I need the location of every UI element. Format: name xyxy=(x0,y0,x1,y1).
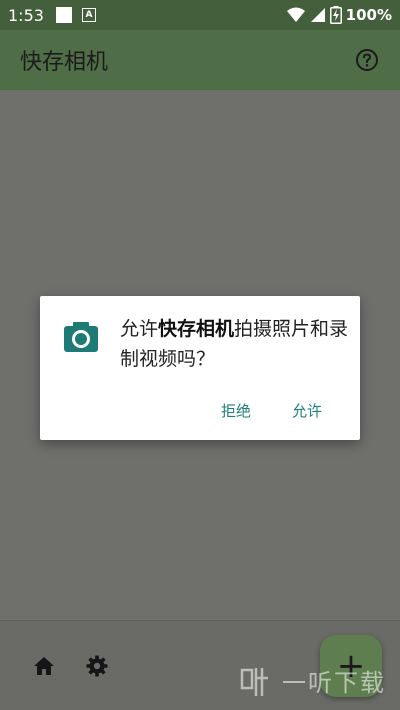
dialog-message: 允许快存相机拍摄照片和录制视频吗？ xyxy=(120,314,352,374)
dialog-app-name: 快存相机 xyxy=(158,318,235,340)
dialog-message-prefix: 允许 xyxy=(120,318,159,340)
watermark-text: 一听下载 xyxy=(282,668,386,697)
deny-button[interactable]: 拒绝 xyxy=(221,400,251,421)
signal-icon xyxy=(310,8,325,22)
battery-charging-icon xyxy=(329,6,342,24)
settings-button[interactable] xyxy=(84,653,110,679)
dialog-actions: 拒绝 允许 xyxy=(40,396,360,424)
app-title: 快存相机 xyxy=(20,50,109,75)
status-right: 100% xyxy=(286,6,392,24)
help-button[interactable] xyxy=(354,47,380,73)
home-icon xyxy=(34,657,54,675)
permission-dialog: 允许快存相机拍摄照片和录制视频吗？ 拒绝 允许 xyxy=(40,296,360,440)
a-badge-icon: A xyxy=(81,8,96,22)
watermark-logo-icon xyxy=(240,668,268,696)
wifi-icon xyxy=(286,7,305,22)
help-circle-icon xyxy=(356,49,378,71)
white-square-icon xyxy=(55,7,72,23)
status-time: 1:53 xyxy=(8,5,44,25)
battery-percent: 100% xyxy=(345,6,392,24)
app-bar: 快存相机 xyxy=(0,30,400,90)
status-bar: 1:53 A 100% xyxy=(0,0,400,30)
allow-button[interactable]: 允许 xyxy=(292,400,322,421)
settings-icon xyxy=(86,655,108,677)
camera-icon xyxy=(64,322,98,352)
watermark: 一听下载 xyxy=(240,650,400,710)
home-button[interactable] xyxy=(31,653,57,679)
